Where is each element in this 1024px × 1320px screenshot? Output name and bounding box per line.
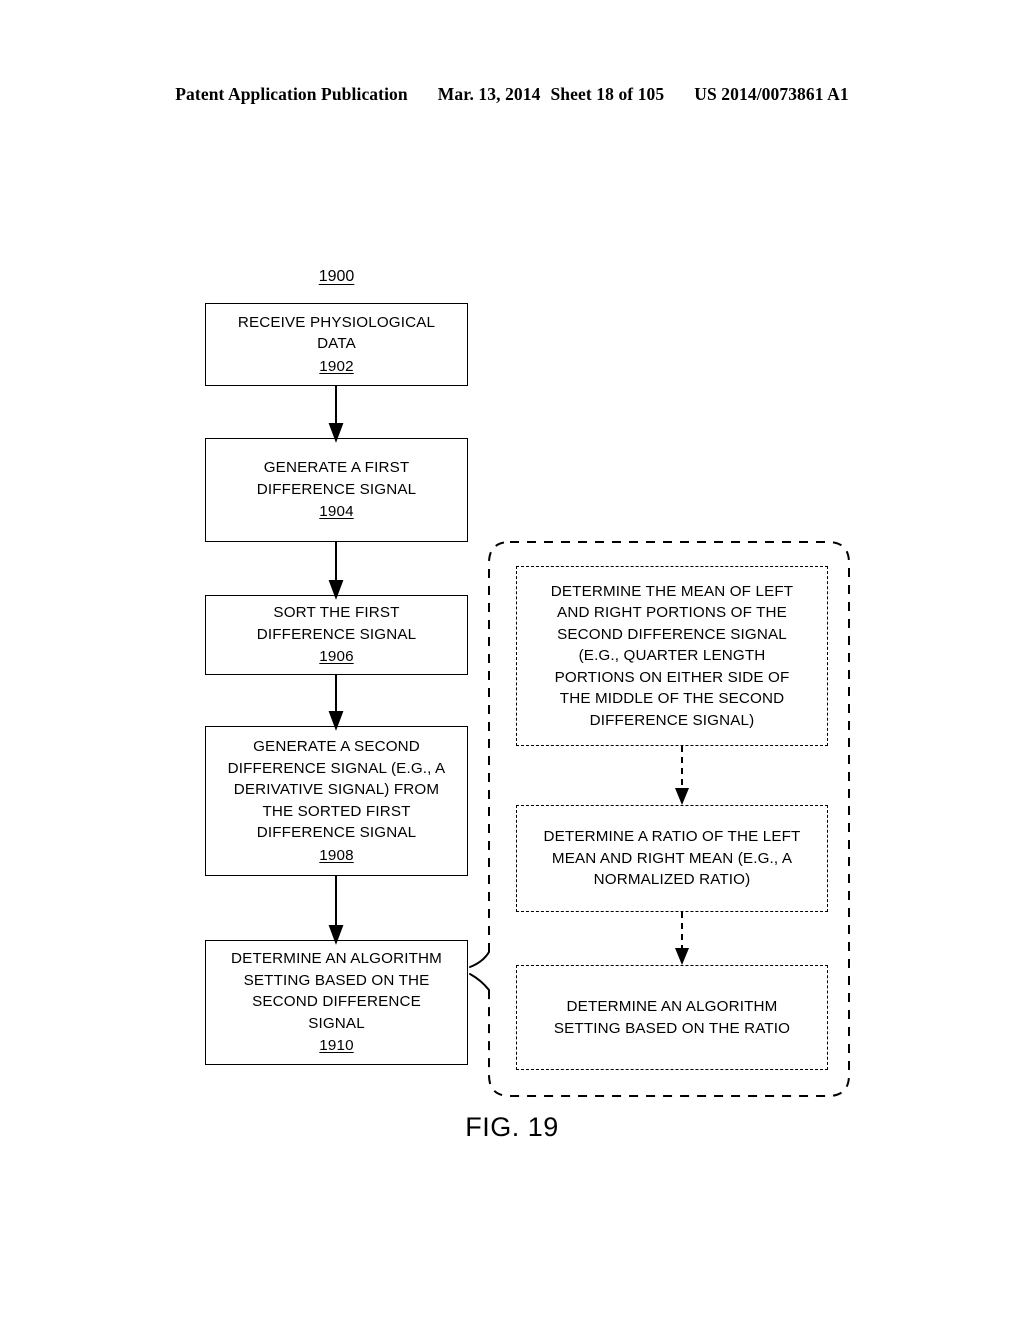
detail-step-1-line-3: SECOND DIFFERENCE SIGNAL: [557, 625, 787, 643]
flow-step-1906-ref: 1906: [319, 648, 354, 666]
detail-step-1-line-4: (E.G., QUARTER LENGTH: [578, 647, 766, 665]
diagram-reference-numeral: 1900: [318, 268, 355, 285]
flow-step-1908-line-5: DIFFERENCE SIGNAL: [256, 824, 417, 841]
flow-step-1904-line-1: GENERATE A FIRST: [263, 459, 410, 477]
detail-step-2-line-3: NORMALIZED RATIO): [593, 871, 751, 889]
flow-step-1902-line-1: RECEIVE PHYSIOLOGICAL: [237, 313, 436, 331]
figure-caption: FIG. 19: [465, 1112, 559, 1142]
detail-step-1-line-6: THE MIDDLE OF THE SECOND: [559, 690, 785, 708]
flow-step-1906: SORT THE FIRST DIFFERENCE SIGNAL 1906: [205, 595, 468, 675]
flow-step-1904-ref: 1904: [319, 503, 354, 521]
flow-step-1902: RECEIVE PHYSIOLOGICAL DATA 1902: [205, 303, 468, 386]
flow-step-1908-ref: 1908: [319, 846, 354, 864]
detail-step-1-line-2: AND RIGHT PORTIONS OF THE: [557, 604, 787, 622]
flow-step-1904: GENERATE A FIRST DIFFERENCE SIGNAL 1904: [205, 438, 468, 542]
detail-step-1-line-7: DIFFERENCE SIGNAL): [589, 711, 755, 729]
flow-step-1906-line-1: SORT THE FIRST: [273, 604, 400, 622]
flow-step-1910-line-4: SIGNAL: [308, 1014, 365, 1032]
detail-step-algorithm-setting: DETERMINE AN ALGORITHM SETTING BASED ON …: [516, 965, 828, 1070]
flow-step-1908-line-4: THE SORTED FIRST: [262, 802, 411, 820]
detail-step-3-line-1: DETERMINE AN ALGORITHM: [566, 998, 778, 1015]
flow-step-1908-line-2: DIFFERENCE SIGNAL (E.G., A: [227, 759, 446, 777]
flow-step-1910-line-2: SETTING BASED ON THE: [243, 971, 430, 989]
detail-step-1-line-1: DETERMINE THE MEAN OF LEFT: [550, 582, 794, 600]
detail-step-1-line-5: PORTIONS ON EITHER SIDE OF: [554, 668, 790, 686]
flow-step-1908-line-3: DERIVATIVE SIGNAL) FROM: [233, 781, 440, 798]
flow-step-1906-line-2: DIFFERENCE SIGNAL: [256, 625, 417, 643]
flow-step-1902-line-2: DATA: [317, 335, 356, 353]
flow-step-1904-line-2: DIFFERENCE SIGNAL: [256, 480, 417, 498]
flow-step-1908-line-1: GENERATE A SECOND: [253, 738, 420, 755]
flow-step-1910: DETERMINE AN ALGORITHM SETTING BASED ON …: [205, 940, 468, 1065]
flow-step-1908: GENERATE A SECOND DIFFERENCE SIGNAL (E.G…: [205, 726, 468, 876]
patent-figure-19: 1900 RECEIVE PHYSIOLOGICAL DATA 1902 GEN…: [0, 0, 1024, 1320]
flow-step-1910-line-3: SECOND DIFFERENCE: [252, 993, 421, 1011]
flow-step-1910-ref: 1910: [319, 1037, 354, 1055]
detail-step-2-line-2: MEAN AND RIGHT MEAN (E.G., A: [551, 849, 793, 867]
detail-step-2-line-1: DETERMINE A RATIO OF THE LEFT: [543, 828, 801, 846]
detail-step-3-line-2: SETTING BASED ON THE RATIO: [553, 1019, 791, 1037]
detail-step-determine-mean: DETERMINE THE MEAN OF LEFT AND RIGHT POR…: [516, 566, 828, 746]
flow-step-1902-ref: 1902: [319, 357, 354, 375]
flow-step-1910-line-1: DETERMINE AN ALGORITHM: [231, 950, 442, 968]
detail-step-determine-ratio: DETERMINE A RATIO OF THE LEFT MEAN AND R…: [516, 805, 828, 912]
